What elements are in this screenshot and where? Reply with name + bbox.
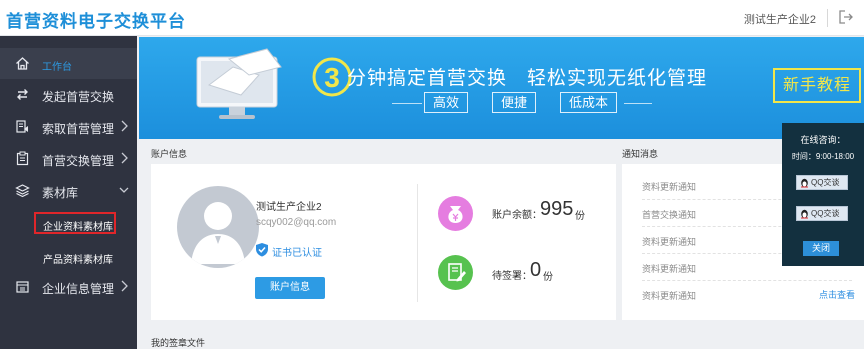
enterprise-icon (16, 281, 29, 293)
tag-convenient: 便捷 (492, 92, 537, 113)
banner-slogan: 分钟搞定首营交换 轻松实现无纸化管理 (347, 68, 708, 89)
monitor-illustration (196, 48, 282, 119)
qq-penguin-icon (801, 178, 808, 188)
notice-item[interactable]: 资料更新通知 (642, 262, 792, 275)
sidebar-subitem-enterprise-materials[interactable]: 企业资料素材库 (0, 208, 137, 238)
exchange-icon (17, 89, 28, 100)
chevron-down-icon (119, 187, 129, 193)
avatar (177, 186, 259, 268)
current-user-name[interactable]: 测试生产企业2 (744, 11, 816, 27)
pending-value: 0 (530, 259, 542, 281)
online-consult-panel: 在线咨询： 时间：9:00-18:00 QQ交谈 QQ交谈 关闭 (782, 123, 864, 266)
sidebar-item-label: 发起首营交换 (42, 90, 115, 104)
consult-title: 在线咨询： (800, 135, 846, 145)
balance-value: 995 (540, 198, 574, 220)
header-divider (827, 9, 828, 27)
account-email: scqy002@qq.com (256, 217, 337, 228)
signed-files-section-title: 我的签章文件 (151, 338, 206, 348)
sidebar-subitem-label: 企业资料素材库 (43, 222, 113, 233)
pending-unit: 份 (543, 272, 553, 283)
promo-banner: 3 分钟搞定首营交换 轻松实现无纸化管理 高效 便捷 低成本 新手教程 (139, 37, 864, 139)
sidebar-item-exchange-management[interactable]: 首营交换管理 (0, 143, 137, 174)
tag-divider-line (624, 103, 652, 104)
balance-unit: 份 (575, 211, 585, 222)
qq-chat-label: QQ交谈 (811, 178, 840, 187)
logout-icon[interactable] (838, 9, 854, 25)
notice-divider (642, 280, 852, 281)
sidebar-item-workbench[interactable]: 工作台 (0, 48, 137, 79)
sidebar-item-label: 工作台 (42, 62, 72, 73)
user-silhouette-icon (191, 202, 245, 264)
number-badge-icon: 3 (312, 57, 352, 97)
notice-item[interactable]: 资料更新通知 (642, 235, 792, 248)
sidebar-item-label: 首营交换管理 (42, 154, 115, 168)
cert-status: 证书已认证 (272, 248, 322, 259)
chevron-right-icon (121, 152, 128, 164)
request-icon (16, 120, 28, 133)
pending-sign-icon (438, 255, 473, 290)
qq-penguin-icon (801, 209, 808, 219)
sidebar-item-label: 索取首营管理 (42, 122, 115, 136)
notice-item[interactable]: 资料更新通知 (642, 180, 792, 193)
sidebar-item-label: 素材库 (42, 186, 79, 200)
clipboard-icon (16, 151, 29, 166)
balance-icon (438, 196, 473, 231)
qq-chat-label: QQ交谈 (811, 209, 840, 218)
sidebar-subitem-product-materials[interactable]: 产品资料素材库 (0, 241, 137, 271)
sidebar-item-material-library[interactable]: 素材库 (0, 175, 137, 206)
sidebar-subitem-label: 产品资料素材库 (43, 255, 113, 266)
notice-item[interactable]: 首营交换通知 (642, 208, 792, 221)
consult-hours: 时间：9:00-18:00 (791, 152, 855, 161)
account-card: 测试生产企业2 scqy002@qq.com 证书已认证 账户信息 账户余额： … (151, 164, 616, 320)
sidebar-item-request-management[interactable]: 索取首营管理 (0, 111, 137, 142)
badge-number: 3 (324, 62, 340, 93)
notice-item[interactable]: 资料更新通知 (642, 289, 792, 302)
sidebar-item-enterprise-info[interactable]: 企业信息管理 (0, 271, 137, 302)
qq-chat-button[interactable]: QQ交谈 (796, 206, 848, 221)
view-more-link[interactable]: 点击查看 (819, 288, 855, 301)
shield-check-icon (256, 243, 268, 257)
chevron-right-icon (121, 280, 128, 292)
app-title: 首营资料电子交换平台 (6, 12, 186, 31)
banner-tags: 高效 便捷 低成本 (392, 92, 652, 114)
tag-efficient: 高效 (424, 92, 469, 113)
sidebar-item-initiate-exchange[interactable]: 发起首营交换 (0, 79, 137, 110)
layers-icon (15, 184, 30, 198)
sidebar-item-label: 企业信息管理 (42, 282, 115, 296)
pending-label: 待签署： (492, 271, 532, 282)
tag-divider-line (392, 103, 422, 104)
top-header: 首营资料电子交换平台 测试生产企业2 (0, 0, 864, 36)
account-name: 测试生产企业2 (256, 202, 322, 213)
tutorial-button[interactable]: 新手教程 (773, 68, 861, 103)
sidebar: 工作台 发起首营交换 索取首营管理 首营交换管理 素材库 企业资料素材库 产品资… (0, 36, 137, 349)
tag-low-cost: 低成本 (560, 92, 618, 113)
account-section-title: 账户信息 (151, 149, 188, 159)
chevron-right-icon (121, 120, 128, 132)
balance-label: 账户余额： (492, 210, 542, 221)
account-info-button[interactable]: 账户信息 (255, 277, 325, 299)
qq-chat-button[interactable]: QQ交谈 (796, 175, 848, 190)
close-button[interactable]: 关闭 (803, 241, 839, 256)
account-divider (417, 184, 418, 302)
notice-section-title: 通知消息 (622, 149, 659, 159)
home-icon (16, 57, 29, 70)
